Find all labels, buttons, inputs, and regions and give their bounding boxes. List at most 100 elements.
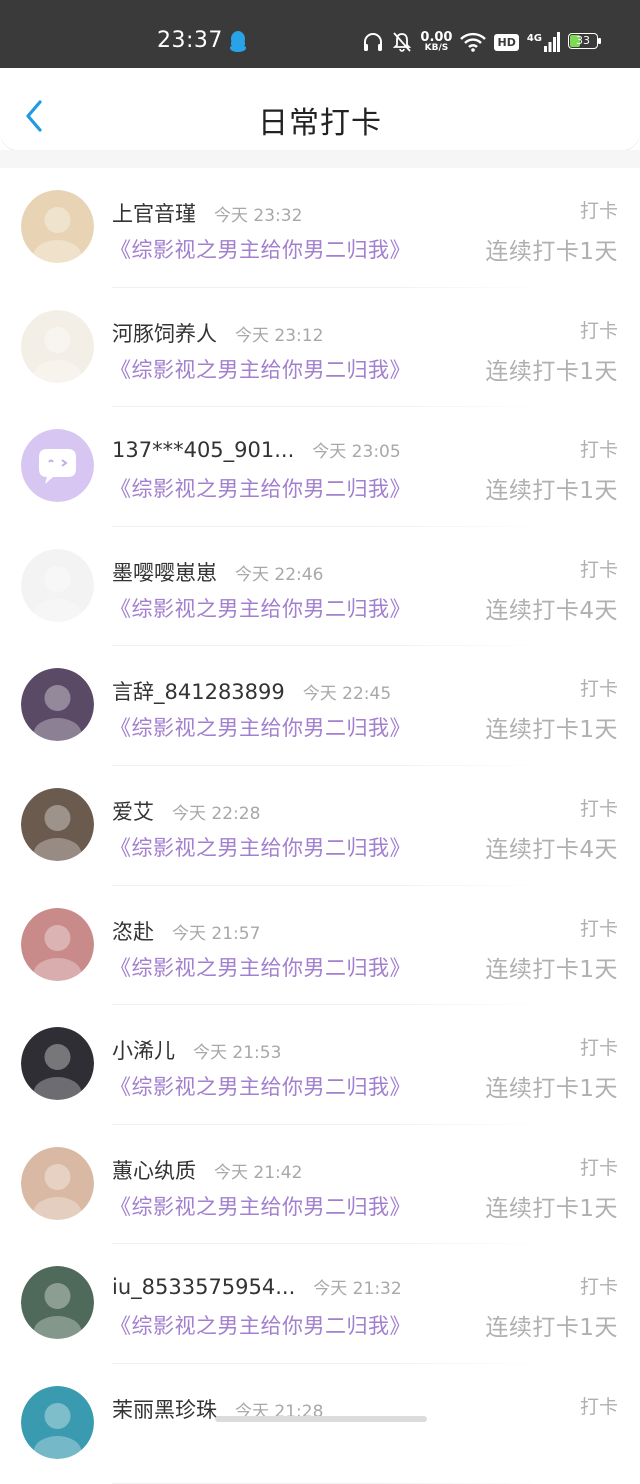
checkin-time: 今天 21:57	[172, 923, 261, 944]
checkin-row[interactable]: 137***405_901... 今天 23:05 《综影视之男主给你男二归我》 …	[0, 407, 640, 527]
checkin-time: 今天 21:32	[313, 1279, 402, 1300]
avatar[interactable]	[21, 309, 94, 383]
hd-badge: HD	[494, 33, 519, 51]
checkin-tag: 打卡	[579, 558, 618, 581]
mute-bell-icon	[393, 32, 412, 52]
user-line: 言辞_841283899 今天 22:45	[112, 676, 391, 706]
signal-label: 4G	[526, 33, 542, 44]
user-name[interactable]: 小浠儿	[112, 1039, 175, 1063]
checkin-row[interactable]: 恣赴 今天 21:57 《综影视之男主给你男二归我》 打卡 连续打卡1天	[0, 886, 640, 1006]
checkin-row[interactable]: 爱艾 今天 22:28 《综影视之男主给你男二归我》 打卡 连续打卡4天	[0, 766, 640, 886]
checkin-tag: 打卡	[579, 1276, 618, 1299]
checkin-row[interactable]: 茉丽黑珍珠 今天 21:28 打卡	[0, 1364, 640, 1484]
signal-indicator: 4G	[527, 32, 560, 52]
user-line: 墨嘤嘤崽崽 今天 22:46	[112, 557, 323, 587]
checkin-row[interactable]: 墨嘤嘤崽崽 今天 22:46 《综影视之男主给你男二归我》 打卡 连续打卡4天	[0, 527, 640, 647]
avatar-image	[21, 309, 94, 383]
battery-level: 33	[576, 34, 590, 47]
user-name[interactable]: 上官音瑾	[112, 202, 196, 226]
avatar[interactable]	[21, 787, 94, 861]
book-title-link[interactable]: 《综影视之男主给你男二归我》	[110, 1191, 411, 1221]
checkin-time: 今天 21:53	[193, 1043, 282, 1064]
checkin-tag: 打卡	[579, 1037, 618, 1060]
avatar-image	[21, 190, 94, 263]
streak-text: 连续打卡1天	[485, 1076, 618, 1103]
avatar[interactable]	[21, 1266, 94, 1340]
book-title-link[interactable]: 《综影视之男主给你男二归我》	[110, 952, 411, 982]
checkin-row[interactable]: 上官音瑾 今天 23:32 《综影视之男主给你男二归我》 打卡 连续打卡1天	[0, 168, 640, 288]
book-title-link[interactable]: 《综影视之男主给你男二归我》	[110, 473, 411, 503]
avatar-image	[21, 429, 94, 503]
user-line: 爱艾 今天 22:28	[112, 796, 260, 826]
checkin-row[interactable]: 小浠儿 今天 21:53 《综影视之男主给你男二归我》 打卡 连续打卡1天	[0, 1005, 640, 1125]
signal-bars-icon	[544, 32, 560, 52]
avatar[interactable]	[21, 1027, 94, 1101]
row-divider	[112, 1482, 550, 1484]
checkin-row[interactable]: 河豚饲养人 今天 23:12 《综影视之男主给你男二归我》 打卡 连续打卡1天	[0, 288, 640, 408]
user-name[interactable]: 墨嘤嘤崽崽	[112, 561, 217, 585]
avatar[interactable]	[21, 548, 94, 622]
avatar-image	[21, 1385, 94, 1459]
checkin-tag: 打卡	[579, 797, 618, 820]
net-speed-unit: KB/S	[424, 43, 449, 53]
user-name[interactable]: 茉丽黑珍珠	[112, 1398, 217, 1422]
status-bar: 23:37 0.00 KB/S HD 4G 33	[0, 0, 640, 68]
checkin-row[interactable]: 蕙心纨质 今天 21:42 《综影视之男主给你男二归我》 打卡 连续打卡1天	[0, 1125, 640, 1245]
checkin-row[interactable]: 言辞_841283899 今天 22:45 《综影视之男主给你男二归我》 打卡 连…	[0, 646, 640, 766]
avatar[interactable]	[21, 190, 94, 263]
book-title-link[interactable]: 《综影视之男主给你男二归我》	[110, 234, 411, 264]
checkin-list: 上官音瑾 今天 23:32 《综影视之男主给你男二归我》 打卡 连续打卡1天 河豚…	[0, 168, 640, 1484]
battery-indicator: 33	[568, 33, 602, 51]
avatar[interactable]	[21, 907, 94, 981]
avatar[interactable]	[21, 1146, 94, 1220]
user-name[interactable]: 137***405_901...	[112, 438, 294, 462]
user-line: iu_8533575954... 今天 21:32	[112, 1274, 402, 1299]
user-line: 上官音瑾 今天 23:32	[112, 198, 302, 228]
checkin-tag: 打卡	[579, 917, 618, 940]
avatar[interactable]	[21, 1385, 94, 1459]
checkin-time: 今天 23:12	[235, 325, 324, 346]
book-title-link[interactable]: 《综影视之男主给你男二归我》	[110, 354, 411, 384]
page-title: 日常打卡	[258, 106, 382, 141]
status-icons: 0.00 KB/S HD 4G 33	[362, 28, 602, 56]
headphones-icon	[364, 33, 383, 51]
avatar-image	[21, 1266, 94, 1340]
checkin-tag: 打卡	[579, 200, 618, 222]
streak-text: 连续打卡1天	[485, 358, 618, 385]
user-name[interactable]: 河豚饲养人	[112, 322, 217, 346]
streak-text: 连续打卡1天	[485, 956, 618, 983]
checkin-time: 今天 23:32	[214, 206, 303, 226]
user-line: 恣赴 今天 21:57	[112, 916, 260, 946]
book-title-link[interactable]: 《综影视之男主给你男二归我》	[110, 1071, 411, 1101]
streak-text: 连续打卡1天	[485, 1195, 618, 1222]
user-name[interactable]: 蕙心纨质	[112, 1159, 196, 1183]
book-title-link[interactable]: 《综影视之男主给你男二归我》	[110, 712, 411, 742]
checkin-row[interactable]: iu_8533575954... 今天 21:32 《综影视之男主给你男二归我》 …	[0, 1244, 640, 1364]
user-name[interactable]: 言辞_841283899	[112, 680, 285, 704]
streak-text: 连续打卡4天	[485, 836, 618, 863]
status-time: 23:37	[157, 28, 223, 53]
book-title-link[interactable]: 《综影视之男主给你男二归我》	[110, 1310, 411, 1340]
checkin-time: 今天 22:28	[172, 803, 261, 824]
checkin-tag: 打卡	[579, 1395, 618, 1418]
user-line: 蕙心纨质 今天 21:42	[112, 1155, 302, 1185]
net-speed: 0.00 KB/S	[420, 31, 452, 53]
avatar-image	[21, 668, 94, 742]
book-title-link[interactable]: 《综影视之男主给你男二归我》	[110, 593, 411, 623]
avatar[interactable]	[21, 668, 94, 742]
checkin-tag: 打卡	[579, 439, 618, 462]
book-title-link[interactable]: 《综影视之男主给你男二归我》	[110, 832, 411, 862]
user-name[interactable]: 恣赴	[112, 920, 154, 944]
user-line: 小浠儿 今天 21:53	[112, 1035, 281, 1065]
user-name[interactable]: iu_8533575954...	[112, 1275, 295, 1299]
home-indicator[interactable]	[215, 1416, 427, 1422]
user-line: 河豚饲养人 今天 23:12	[112, 318, 323, 348]
checkin-time: 今天 22:46	[235, 564, 324, 585]
nav-header: 日常打卡	[0, 68, 640, 150]
avatar-image	[21, 787, 94, 861]
avatar-image	[21, 907, 94, 981]
checkin-tag: 打卡	[579, 1156, 618, 1179]
avatar[interactable]	[21, 429, 94, 503]
checkin-tag: 打卡	[579, 319, 618, 342]
user-name[interactable]: 爱艾	[112, 800, 154, 824]
